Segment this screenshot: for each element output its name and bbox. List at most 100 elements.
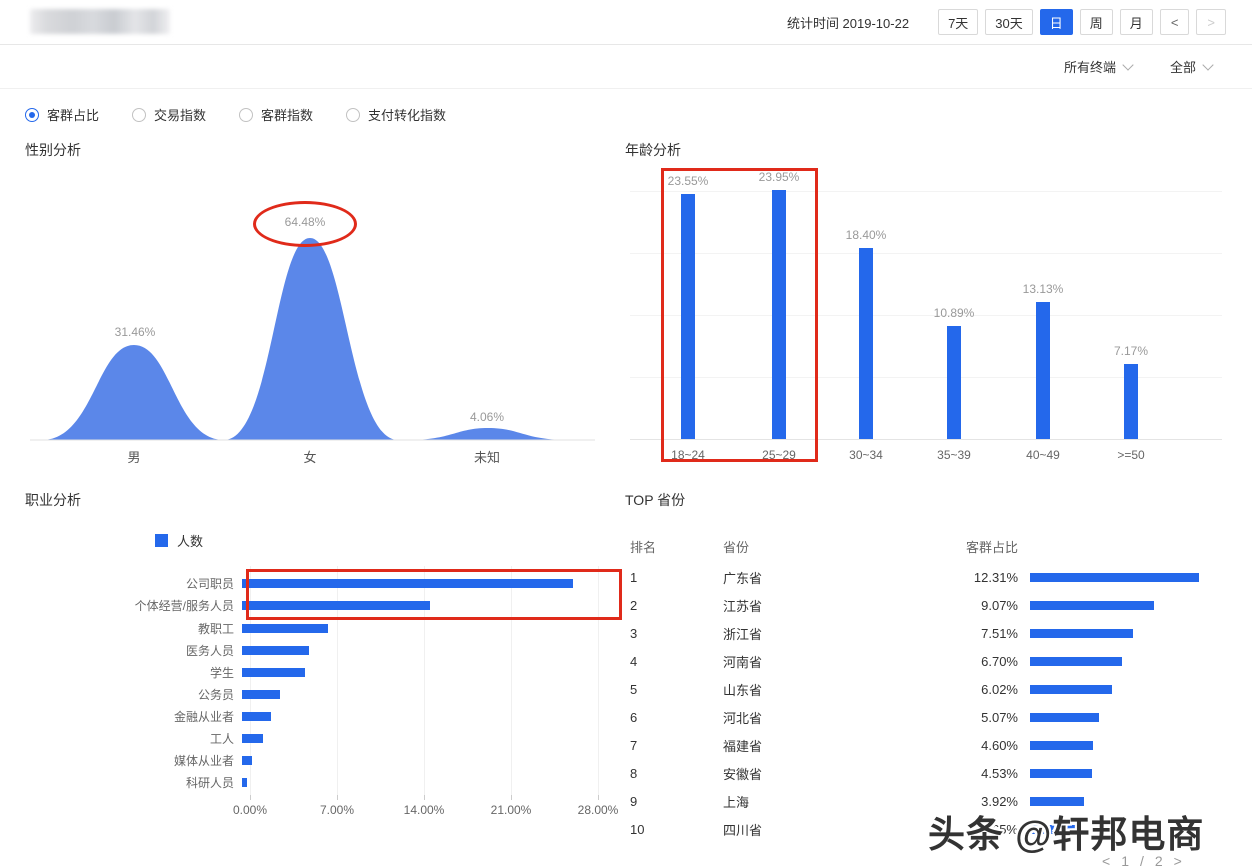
gender-value-female: 64.48% — [255, 215, 355, 229]
age-bar-group: 7.17% >=50 — [1086, 344, 1176, 439]
radio-metric-0[interactable]: 客群占比 — [25, 105, 99, 124]
date-range-controls: 统计时间 2019-10-22 7天 30天 日 周 月 < > — [787, 9, 1226, 35]
rank-cell: 10 — [630, 822, 723, 837]
bar[interactable] — [242, 734, 263, 743]
col-header-province: 省份 — [723, 537, 940, 556]
table-row[interactable]: 1 广东省 12.31% — [630, 563, 1230, 591]
bar[interactable] — [242, 778, 247, 787]
gender-cat-male: 男 — [84, 447, 184, 466]
range-button-week[interactable]: 周 — [1080, 9, 1113, 35]
rank-cell: 1 — [630, 570, 723, 585]
prev-date-button[interactable]: < — [1160, 9, 1190, 35]
row-label: 教职工 — [25, 620, 242, 637]
row-label: 工人 — [25, 730, 242, 747]
table-row[interactable]: 5 山东省 6.02% — [630, 675, 1230, 703]
share-cell: 12.31% — [940, 570, 1018, 585]
redacted-shop-title — [30, 9, 170, 34]
bar — [1030, 601, 1154, 610]
bar[interactable] — [242, 712, 271, 721]
bar[interactable] — [242, 646, 309, 655]
red-rectangle-annotation — [661, 168, 818, 462]
age-bar-group: 18.40% 30~34 — [821, 228, 911, 439]
age-bar-group: 13.13% 40~49 — [998, 282, 1088, 439]
radio-metric-1[interactable]: 交易指数 — [132, 105, 206, 124]
range-button-7d[interactable]: 7天 — [938, 9, 978, 35]
occupation-bar-chart: 公司职员 个体经营/服务人员 教职工 医务人员 学生 公务员 金融从业者 工人 — [25, 566, 620, 828]
radio-metric-3[interactable]: 支付转化指数 — [346, 105, 446, 124]
age-bar-chart: 23.55% 18~24 23.95% 25~29 18.40% 30~34 1… — [625, 160, 1230, 475]
province-cell: 河北省 — [723, 708, 940, 727]
x-axis-tick-label: 21.00% — [476, 803, 546, 817]
bar — [1030, 573, 1199, 582]
rank-cell: 9 — [630, 794, 723, 809]
province-cell: 四川省 — [723, 820, 940, 839]
share-cell: 9.07% — [940, 598, 1018, 613]
bar[interactable] — [242, 668, 305, 677]
age-section-title: 年龄分析 — [625, 140, 681, 160]
province-cell: 河南省 — [723, 652, 940, 671]
legend-label: 人数 — [177, 531, 203, 550]
province-cell: 广东省 — [723, 568, 940, 587]
stat-time-label: 统计时间 2019-10-22 — [787, 13, 909, 32]
bar[interactable] — [242, 756, 252, 765]
table-header-row: 排名 省份 客群占比 — [630, 535, 1230, 557]
table-row[interactable]: 4 河南省 6.70% — [630, 647, 1230, 675]
bar[interactable] — [1124, 364, 1138, 439]
gender-cat-female: 女 — [260, 447, 360, 466]
scope-dropdown-label: 全部 — [1170, 57, 1196, 76]
row-label: 个体经营/服务人员 — [25, 597, 242, 614]
rank-cell: 6 — [630, 710, 723, 725]
bar-category-label: >=50 — [1086, 448, 1176, 462]
rank-cell: 5 — [630, 682, 723, 697]
table-row[interactable]: 3 浙江省 7.51% — [630, 619, 1230, 647]
table-row[interactable]: 6 河北省 5.07% — [630, 703, 1230, 731]
bar — [1030, 629, 1133, 638]
radio-icon — [346, 108, 360, 122]
bar[interactable] — [859, 248, 873, 439]
radio-label: 交易指数 — [154, 105, 206, 124]
gender-cat-unknown: 未知 — [437, 447, 537, 466]
x-axis-tick-label: 0.00% — [215, 803, 285, 817]
share-cell: 4.60% — [940, 738, 1018, 753]
scope-dropdown[interactable]: 全部 — [1170, 57, 1212, 76]
range-button-month[interactable]: 月 — [1120, 9, 1153, 35]
occupation-row: 公务员 — [25, 683, 620, 705]
occupation-row: 金融从业者 — [25, 705, 620, 727]
radio-icon — [132, 108, 146, 122]
range-button-day[interactable]: 日 — [1040, 9, 1073, 35]
table-row[interactable]: 7 福建省 4.60% — [630, 731, 1230, 759]
bar-value-label: 18.40% — [846, 228, 887, 242]
filter-bar: 所有终端 全部 — [0, 45, 1252, 89]
range-button-30d[interactable]: 30天 — [985, 9, 1032, 35]
bar[interactable] — [242, 624, 328, 633]
terminal-dropdown[interactable]: 所有终端 — [1064, 57, 1132, 76]
chevron-down-icon — [1202, 59, 1213, 70]
occupation-row: 医务人员 — [25, 639, 620, 661]
bar[interactable] — [947, 326, 961, 439]
occupation-legend: 人数 — [155, 531, 203, 550]
bar[interactable] — [1036, 302, 1050, 439]
axis-tick — [424, 795, 425, 800]
share-cell: 4.53% — [940, 766, 1018, 781]
chevron-down-icon — [1122, 59, 1133, 70]
x-axis-tick-label: 14.00% — [389, 803, 459, 817]
gender-section-title: 性别分析 — [25, 140, 81, 160]
radio-icon — [25, 108, 39, 122]
occupation-row: 工人 — [25, 727, 620, 749]
age-bar-group: 10.89% 35~39 — [909, 306, 999, 439]
province-cell: 江苏省 — [723, 596, 940, 615]
analytics-dashboard: 统计时间 2019-10-22 7天 30天 日 周 月 < > 所有终端 全部… — [0, 0, 1252, 866]
bar-value-label: 13.13% — [1023, 282, 1064, 296]
axis-tick — [598, 795, 599, 800]
table-row[interactable]: 8 安徽省 4.53% — [630, 759, 1230, 787]
bar[interactable] — [242, 690, 280, 699]
bar — [1030, 657, 1122, 666]
table-row[interactable]: 2 江苏省 9.07% — [630, 591, 1230, 619]
axis-tick — [511, 795, 512, 800]
rank-cell: 4 — [630, 654, 723, 669]
radio-metric-2[interactable]: 客群指数 — [239, 105, 313, 124]
bar-value-label: 7.17% — [1114, 344, 1148, 358]
share-cell: 6.02% — [940, 682, 1018, 697]
occupation-row: 科研人员 — [25, 771, 620, 793]
next-date-button[interactable]: > — [1196, 9, 1226, 35]
